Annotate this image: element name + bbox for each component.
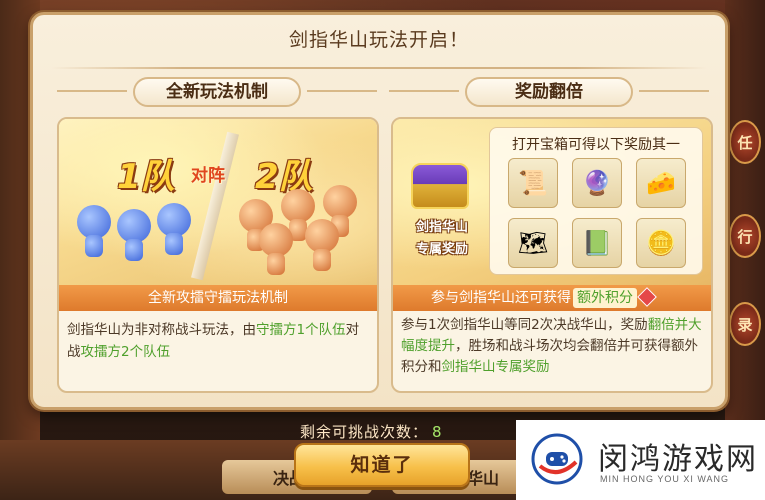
- chest-label-line2: 专属奖励: [415, 242, 468, 257]
- blue-orb-icon[interactable]: 🔮: [572, 158, 622, 208]
- event-dialog: 剑指华山玩法开启！ 全新玩法机制 奖励翻倍 1队 对阵 2队 全新攻擂守擂玩法机…: [30, 12, 728, 410]
- rewards-caption-text: 参与剑指华山还可获得: [431, 290, 571, 306]
- side-tab-2[interactable]: 行: [729, 214, 761, 258]
- remaining-count: 8: [432, 423, 443, 441]
- blue-fighter-icon: [157, 203, 191, 255]
- orange-fighter-icon: [281, 189, 315, 241]
- extra-points-badge: 额外积分: [573, 288, 637, 308]
- blue-fighter-icon: [77, 205, 111, 257]
- title-divider: [51, 67, 707, 69]
- map-scroll-icon[interactable]: 🗺: [508, 218, 558, 268]
- gold-coin-icon[interactable]: 🪙: [636, 218, 686, 268]
- rewards-description: 参与1次剑指华山等同2次决战华山，奖励翻倍并大幅度提升，胜场和战斗场次均会翻倍并…: [401, 315, 703, 378]
- chest-label: 剑指华山 专属奖励: [399, 217, 485, 261]
- confirm-button[interactable]: 知道了: [294, 443, 470, 487]
- treasure-chest-icon: [411, 163, 469, 209]
- orange-fighter-icon: [305, 219, 339, 271]
- desc-highlight-defender: 守擂方1个队伍: [256, 322, 346, 338]
- remaining-label: 剩余可挑战次数：: [300, 423, 429, 441]
- watermark-title: 闵鸿游戏网: [598, 442, 758, 477]
- versus-label: 对阵: [191, 166, 225, 186]
- orange-fighter-icon: [259, 223, 293, 275]
- chest-label-line1: 剑指华山: [415, 220, 468, 235]
- rewards-panel: 剑指华山 专属奖励 打开宝箱可得以下奖励其一 📜 🔮 🧀 🗺 📗 🪙 参与剑指华…: [391, 117, 713, 393]
- team-versus-illustration: 1队 对阵 2队: [59, 119, 377, 285]
- mechanics-caption: 全新攻擂守擂玩法机制: [59, 285, 377, 311]
- rewards-caption: 参与剑指华山还可获得 额外积分: [393, 285, 711, 311]
- scroll-icon[interactable]: 📜: [508, 158, 558, 208]
- rewards-illustration: 剑指华山 专属奖励 打开宝箱可得以下奖励其一 📜 🔮 🧀 🗺 📗 🪙: [393, 119, 711, 285]
- skill-book-icon[interactable]: 📗: [572, 218, 622, 268]
- side-tab-1[interactable]: 任: [729, 120, 761, 164]
- sword-icon: [191, 131, 239, 281]
- orange-fighter-icon: [323, 185, 357, 237]
- section-header-mechanics: 全新玩法机制: [57, 77, 377, 107]
- desc-text: 剑指华山为非对称战斗玩法，由: [67, 322, 256, 338]
- mechanics-panel: 1队 对阵 2队 全新攻擂守擂玩法机制 剑指华山为非对称战斗玩法，由守擂方1个队…: [57, 117, 379, 393]
- team-one-label: 1队: [117, 157, 175, 197]
- desc-highlight-exclusive: 剑指华山专属奖励: [441, 359, 550, 375]
- gold-ingot-icon[interactable]: 🧀: [636, 158, 686, 208]
- reward-options-box: 打开宝箱可得以下奖励其一 📜 🔮 🧀 🗺 📗 🪙: [489, 127, 703, 275]
- gamepad-logo-icon: [531, 433, 583, 485]
- site-watermark: 闵鸿游戏网 MIN HONG YOU XI WANG: [516, 420, 765, 500]
- section-header-rewards: 奖励翻倍: [389, 77, 709, 107]
- mechanics-description: 剑指华山为非对称战斗玩法，由守擂方1个队伍对战攻擂方2个队伍: [67, 319, 369, 363]
- remaining-attempts: 剩余可挑战次数： 8: [300, 421, 443, 442]
- blue-fighter-icon: [117, 209, 151, 261]
- desc-highlight-attacker: 攻擂方2个队伍: [80, 344, 171, 360]
- watermark-subtitle: MIN HONG YOU XI WANG: [600, 474, 730, 484]
- points-icon: [637, 287, 657, 307]
- side-tab-3[interactable]: 录: [729, 302, 761, 346]
- reward-options-title: 打开宝箱可得以下奖励其一: [512, 137, 680, 153]
- dialog-title: 剑指华山玩法开启！: [288, 29, 469, 51]
- desc-text: 参与1次剑指华山等同2次决战华山，奖励: [401, 317, 648, 333]
